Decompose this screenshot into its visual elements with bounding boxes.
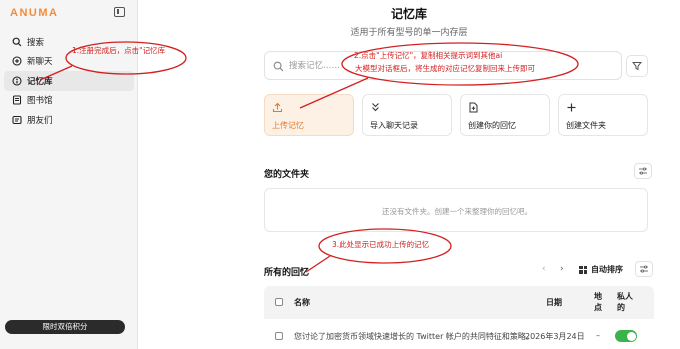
select-all-checkbox[interactable] xyxy=(275,298,283,306)
folders-empty-text: 还没有文件夹。创建一个来整理你的回忆吧。 xyxy=(382,207,532,216)
import-chat-label: 导入聊天记录 xyxy=(370,121,418,130)
app-logo[interactable]: ANUMA xyxy=(10,7,58,19)
memory-name[interactable]: 您讨论了加密货币领域快速增长的 Twitter 帐户的共同特征和策略。 xyxy=(294,331,534,342)
search-icon xyxy=(273,61,284,72)
create-memory-icon xyxy=(469,102,478,113)
sliders-icon xyxy=(640,265,648,273)
library-icon xyxy=(12,95,22,105)
column-name[interactable]: 名称 xyxy=(294,297,310,308)
double-credits-button[interactable]: 限时双倍积分 xyxy=(5,320,125,334)
annotation-1-text: 1.注册完成后，点击"记忆库 xyxy=(72,46,166,55)
new-chat-icon xyxy=(12,56,22,66)
grid-icon xyxy=(579,265,587,274)
sidebar-item-label: 记忆库 xyxy=(27,76,53,87)
annotation-2-text-line2: 大模型对话框后，将生成的对应记忆复制回来上传即可 xyxy=(355,64,535,73)
sidebar-item-label: 图书馆 xyxy=(27,96,53,107)
sidebar-item-friends[interactable]: 朋友们 xyxy=(4,110,134,130)
create-folder-card[interactable]: 创建文件夹 xyxy=(558,94,648,136)
memory-icon xyxy=(12,76,22,86)
filter-icon xyxy=(632,62,642,71)
column-date[interactable]: 日期 xyxy=(546,297,562,308)
page-title: 记忆库 xyxy=(390,7,427,21)
column-private[interactable]: 私人的 xyxy=(617,291,635,313)
memories-table: 名称 日期 地点 私人的 您讨论了加密货币领域快速增长的 Twitter 帐户的… xyxy=(264,286,654,349)
memory-date: 2026年3月24日 xyxy=(525,332,585,341)
sidebar-item-label: 新聊天 xyxy=(27,57,53,68)
table-row[interactable]: 您讨论了加密货币领域快速增长的 Twitter 帐户的共同特征和策略。 2026… xyxy=(264,323,654,349)
memories-section-title: 所有的回忆 xyxy=(264,268,310,278)
sidebar-item-label: 朋友们 xyxy=(27,115,53,126)
friends-icon xyxy=(12,115,22,125)
folders-empty-state: 还没有文件夹。创建一个来整理你的回忆吧。 xyxy=(264,188,648,232)
auto-sort-button[interactable]: 自动排序 xyxy=(579,262,634,277)
upload-memory-card[interactable]: 上传记忆 xyxy=(264,94,354,136)
import-icon xyxy=(372,103,379,112)
search-icon xyxy=(12,37,22,47)
sidebar-item-label: 搜索 xyxy=(27,37,45,48)
filter-button[interactable] xyxy=(626,55,648,77)
memory-location: – xyxy=(596,331,600,340)
table-header: 名称 日期 地点 私人的 xyxy=(264,286,654,319)
sidebar-item-memory[interactable]: 记忆库 xyxy=(4,71,134,91)
folders-options-button[interactable] xyxy=(634,163,652,179)
folders-section-title: 您的文件夹 xyxy=(264,170,310,180)
annotation-2-text-line1: 2.点击"上传记忆"，复制相关提示词到其他ai xyxy=(354,51,503,60)
prev-page-button[interactable]: ‹ xyxy=(542,264,546,274)
upload-memory-label: 上传记忆 xyxy=(272,121,304,130)
create-memory-card[interactable]: 创建你的回忆 xyxy=(460,94,550,136)
page-subtitle: 适用于所有型号的单一内存层 xyxy=(350,28,468,38)
next-page-button[interactable]: › xyxy=(560,264,564,274)
auto-sort-label: 自动排序 xyxy=(591,265,623,274)
create-memory-label: 创建你的回忆 xyxy=(468,121,516,130)
plus-icon xyxy=(567,103,576,112)
sidebar-collapse-icon[interactable] xyxy=(114,7,125,17)
sidebar-item-library[interactable]: 图书馆 xyxy=(4,91,134,111)
column-location[interactable]: 地点 xyxy=(594,291,606,313)
upload-icon xyxy=(272,102,283,113)
private-toggle[interactable] xyxy=(615,330,637,342)
row-checkbox[interactable] xyxy=(275,332,283,340)
sliders-icon xyxy=(639,167,647,175)
import-chat-card[interactable]: 导入聊天记录 xyxy=(362,94,452,136)
create-folder-label: 创建文件夹 xyxy=(566,121,606,130)
annotation-3-text: 3.此处显示已成功上传的记忆 xyxy=(332,240,430,249)
memories-options-button[interactable] xyxy=(635,261,653,277)
